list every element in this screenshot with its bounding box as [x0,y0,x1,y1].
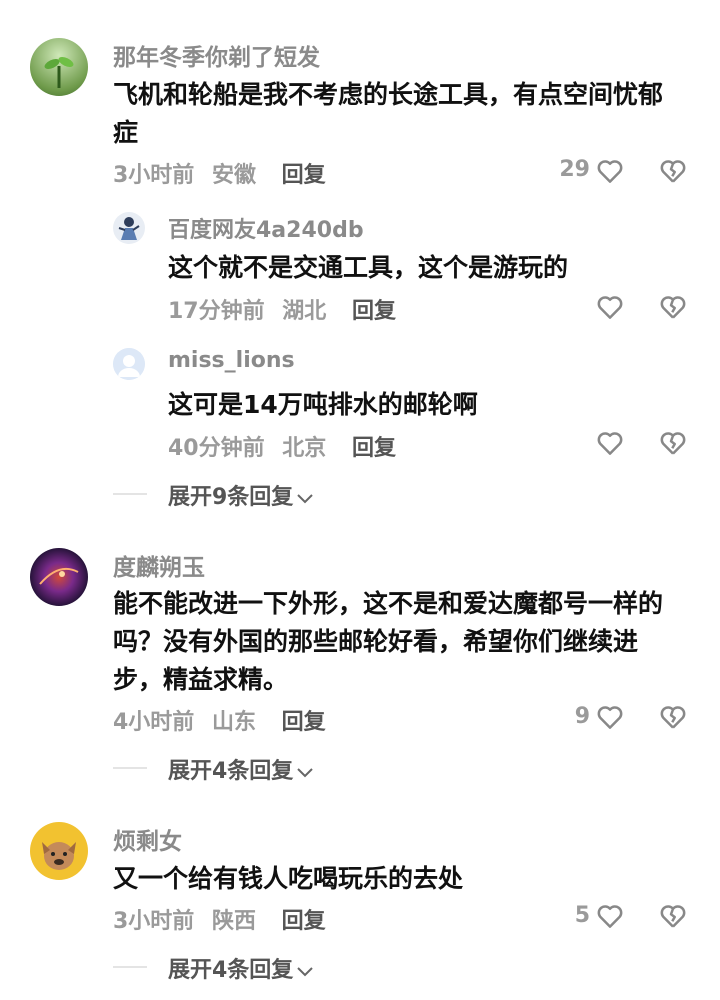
comment-meta: 3小时前 陕西 回复 [113,903,336,935]
avatar[interactable] [30,38,88,96]
comment-time: 4小时前 [113,710,195,735]
comment-meta: 3小时前 安徽 回复 [113,157,336,189]
broken-heart-icon[interactable] [658,901,688,931]
reply-button[interactable]: 回复 [282,163,326,188]
reply-button[interactable]: 回复 [352,299,396,324]
reply-meta: 17分钟前 湖北 回复 [168,293,406,325]
broken-heart-icon[interactable] [658,292,688,322]
reply-text: 这可是14万吨排水的邮轮啊 [168,390,478,419]
comment-location: 山东 [211,710,256,735]
reply-button[interactable]: 回复 [352,436,396,461]
expand-replies-label: 展开4条回复 [168,958,294,983]
like-count: 9 [574,704,590,729]
like-count: 5 [574,903,590,928]
comment-location: 安徽 [211,163,256,188]
comment-username[interactable]: 度麟朔玉 [113,548,205,582]
nebula-icon [39,568,79,585]
reply-username[interactable]: miss_lions [168,348,295,373]
avatar[interactable] [113,348,145,380]
comment-meta: 4小时前 山东 回复 [113,704,336,736]
reply-time: 40分钟前 [168,436,265,461]
default-user-icon [113,348,145,380]
comment-location: 陕西 [211,909,256,934]
bulldog-icon [42,842,76,870]
reply-button[interactable]: 回复 [282,710,326,735]
broken-heart-icon[interactable] [658,156,688,186]
avatar[interactable] [113,212,145,244]
comment-text: 能不能改进一下外形，这不是和爱达魔都号一样的吗？没有外国的那些邮轮好看，希望你们… [113,589,664,694]
expand-replies-label: 展开4条回复 [168,759,294,784]
comment-text: 飞机和轮船是我不考虑的长途工具，有点空间忧郁症 [113,80,664,147]
expand-divider [113,966,147,968]
expand-replies-button[interactable]: 展开4条回复 [168,753,315,785]
reply-meta: 40分钟前 北京 回复 [168,430,406,462]
expand-replies-label: 展开9条回复 [168,485,294,510]
broken-heart-icon[interactable] [658,428,688,458]
avatar[interactable] [30,548,88,606]
broken-heart-icon[interactable] [658,702,688,732]
expand-replies-button[interactable]: 展开4条回复 [168,952,315,984]
heart-icon[interactable] [595,292,625,322]
reply-location: 北京 [282,436,327,461]
comment-time: 3小时前 [113,909,195,934]
plant-sprout-icon [44,57,74,88]
comment-username[interactable]: 烦剩女 [113,822,182,856]
heart-icon[interactable] [595,428,625,458]
chevron-down-icon [297,967,314,977]
expand-divider [113,493,147,495]
comment-time: 3小时前 [113,163,195,188]
expand-replies-button[interactable]: 展开9条回复 [168,479,315,511]
comment-username[interactable]: 那年冬季你剃了短发 [113,38,320,72]
avatar[interactable] [30,822,88,880]
chevron-down-icon [297,768,314,778]
like-count: 29 [559,157,590,182]
expand-divider [113,767,147,769]
reply-location: 湖北 [282,299,327,324]
cartoon-figure-icon [118,217,140,240]
heart-icon[interactable] [595,156,625,186]
reply-time: 17分钟前 [168,299,265,324]
reply-button[interactable]: 回复 [282,909,326,934]
chevron-down-icon [297,494,314,504]
heart-icon[interactable] [595,901,625,931]
heart-icon[interactable] [595,702,625,732]
reply-text: 这个就不是交通工具，这个是游玩的 [168,253,569,282]
comment-text: 又一个给有钱人吃喝玩乐的去处 [113,864,464,893]
reply-username[interactable]: 百度网友4a240db [168,212,364,244]
